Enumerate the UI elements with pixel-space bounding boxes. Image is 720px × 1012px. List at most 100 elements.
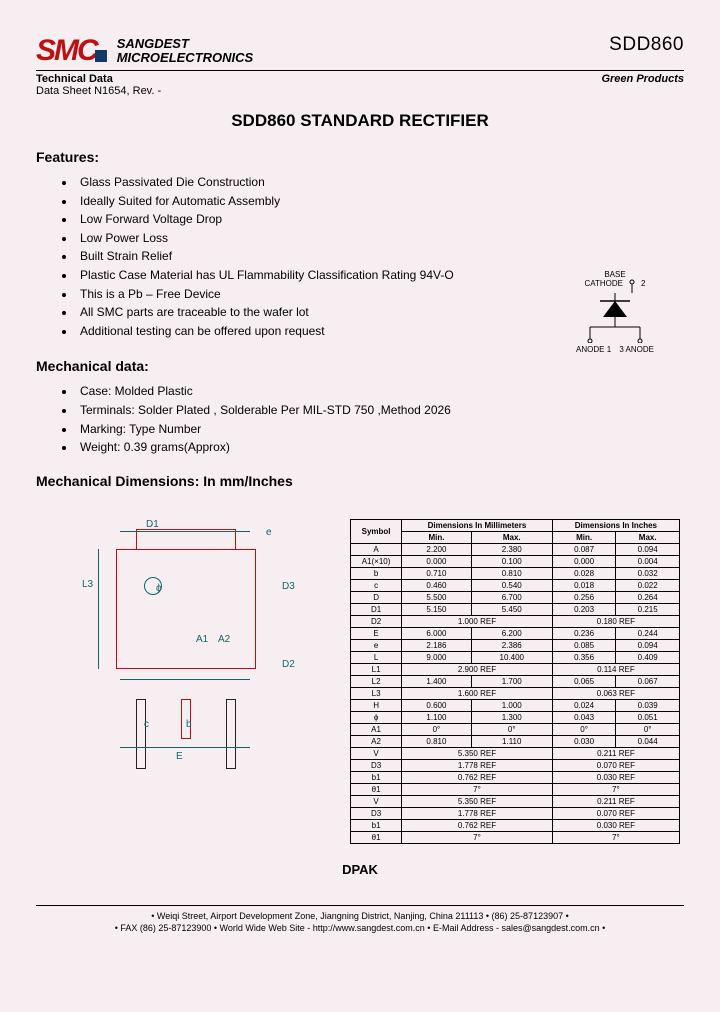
part-number: SDD860 (609, 34, 684, 56)
table-row: c0.4600.5400.0180.022 (351, 579, 680, 591)
cell-in: 0° (616, 723, 680, 735)
table-row: V5.350 REF0.211 REF (351, 795, 680, 807)
th-in: Dimensions In Inches (552, 519, 679, 531)
cell-mm: 5.350 REF (402, 747, 553, 759)
cell-mm: 1.110 (471, 735, 552, 747)
cell-in: 0.094 (616, 543, 680, 555)
cell-mm: 1.000 REF (402, 615, 553, 627)
cell-mm: 6.000 (402, 627, 472, 639)
cell-mm: 2.200 (402, 543, 472, 555)
table-row: D21.000 REF0.180 REF (351, 615, 680, 627)
cell-in: 0.203 (552, 603, 616, 615)
table-row: D31.778 REF0.070 REF (351, 807, 680, 819)
logo-mark: SMC (36, 34, 107, 68)
cell-mm: 7° (402, 783, 553, 795)
table-row: e2.1862.3860.0850.094 (351, 639, 680, 651)
cell-symbol: c (351, 579, 402, 591)
th-max: Max. (471, 531, 552, 543)
cell-mm: 5.450 (471, 603, 552, 615)
cell-in: 0.094 (616, 639, 680, 651)
dim-D3: D3 (282, 581, 295, 592)
cell-mm: 5.350 REF (402, 795, 553, 807)
cell-mm: 1.000 (471, 699, 552, 711)
cell-mm: 2.186 (402, 639, 472, 651)
th-min: Min. (402, 531, 472, 543)
datasheet-rev: Data Sheet N1654, Rev. - (36, 85, 684, 97)
table-row: L9.00010.4000.3560.409 (351, 651, 680, 663)
cell-in: 0.067 (616, 675, 680, 687)
pin1-label: 1 (607, 345, 611, 354)
cell-mm: 0.000 (402, 555, 472, 567)
cell-symbol: L3 (351, 687, 402, 699)
cell-symbol: b1 (351, 819, 402, 831)
cell-in: 0.070 REF (552, 759, 679, 771)
cell-symbol: θ1 (351, 783, 402, 795)
footer: • Weiqi Street, Airport Development Zone… (36, 905, 684, 935)
dim-c: c (144, 719, 149, 730)
technical-data-label: Technical Data (36, 73, 113, 85)
features-heading: Features: (36, 149, 684, 165)
cell-in: 0.236 (552, 627, 616, 639)
cell-symbol: D (351, 591, 402, 603)
cell-mm: 0° (471, 723, 552, 735)
table-row: θ17°7° (351, 831, 680, 843)
dim-A1: A1 (196, 634, 208, 645)
brand-line1: SANGDEST (117, 37, 254, 51)
table-row: ϕ1.1001.3000.0430.051 (351, 711, 680, 723)
cell-mm: 1.778 REF (402, 807, 553, 819)
cell-in: 0.030 REF (552, 771, 679, 783)
cell-symbol: A2 (351, 735, 402, 747)
cell-in: 7° (552, 783, 679, 795)
cell-mm: 2.900 REF (402, 663, 553, 675)
list-item: Low Forward Voltage Drop (76, 210, 684, 229)
cell-in: 0.018 (552, 579, 616, 591)
dim-phi: ϕ (156, 583, 162, 594)
table-row: L31.600 REF0.063 REF (351, 687, 680, 699)
package-drawing: D1 e D3 A1 A2 D2 L3 E c b ϕ (36, 519, 336, 779)
cell-in: 0.215 (616, 603, 680, 615)
dim-E: E (176, 751, 183, 762)
rule-top (36, 70, 684, 71)
cell-in: 0.044 (616, 735, 680, 747)
table-row: A10°0°0°0° (351, 723, 680, 735)
page-title: SDD860 STANDARD RECTIFIER (36, 111, 684, 131)
cell-in: 0.051 (616, 711, 680, 723)
table-row: L12.900 REF0.114 REF (351, 663, 680, 675)
cell-mm: 1.700 (471, 675, 552, 687)
cell-in: 0.085 (552, 639, 616, 651)
cell-in: 0.043 (552, 711, 616, 723)
cell-mm: 0.600 (402, 699, 472, 711)
table-row: θ17°7° (351, 783, 680, 795)
cell-mm: 0.762 REF (402, 819, 553, 831)
table-row: D15.1505.4500.2030.215 (351, 603, 680, 615)
cell-mm: 6.200 (471, 627, 552, 639)
diode-symbol: BASE CATHODE 2 ANODE 1 3 ANODE (570, 270, 660, 354)
cell-in: 0.024 (552, 699, 616, 711)
cell-symbol: θ1 (351, 831, 402, 843)
list-item: Case: Molded Plastic (76, 382, 684, 401)
cell-mm: 2.380 (471, 543, 552, 555)
mechanical-data-list: Case: Molded Plastic Terminals: Solder P… (36, 382, 684, 456)
dim-L3: L3 (82, 579, 93, 590)
cell-in: 0.114 REF (552, 663, 679, 675)
cell-mm: 7° (402, 831, 553, 843)
list-item: Built Strain Relief (76, 247, 684, 266)
cell-symbol: V (351, 795, 402, 807)
table-row: b0.7100.8100.0280.032 (351, 567, 680, 579)
cell-in: 0.004 (616, 555, 680, 567)
list-item: Ideally Suited for Automatic Assembly (76, 192, 684, 211)
cell-symbol: e (351, 639, 402, 651)
dim-D1: D1 (146, 519, 159, 530)
cell-mm: 0.762 REF (402, 771, 553, 783)
cell-mm: 2.386 (471, 639, 552, 651)
dim-e: e (266, 527, 272, 538)
list-item: Glass Passivated Die Construction (76, 173, 684, 192)
cell-symbol: E (351, 627, 402, 639)
footer-line1: • Weiqi Street, Airport Development Zone… (36, 910, 684, 923)
cell-mm: 0.460 (402, 579, 472, 591)
pin2-label: 2 (641, 279, 645, 293)
cell-symbol: V (351, 747, 402, 759)
table-row: L21.4001.7000.0650.067 (351, 675, 680, 687)
cell-symbol: A1(×10) (351, 555, 402, 567)
company-logo: SMC SANGDEST MICROELECTRONICS (36, 34, 253, 68)
